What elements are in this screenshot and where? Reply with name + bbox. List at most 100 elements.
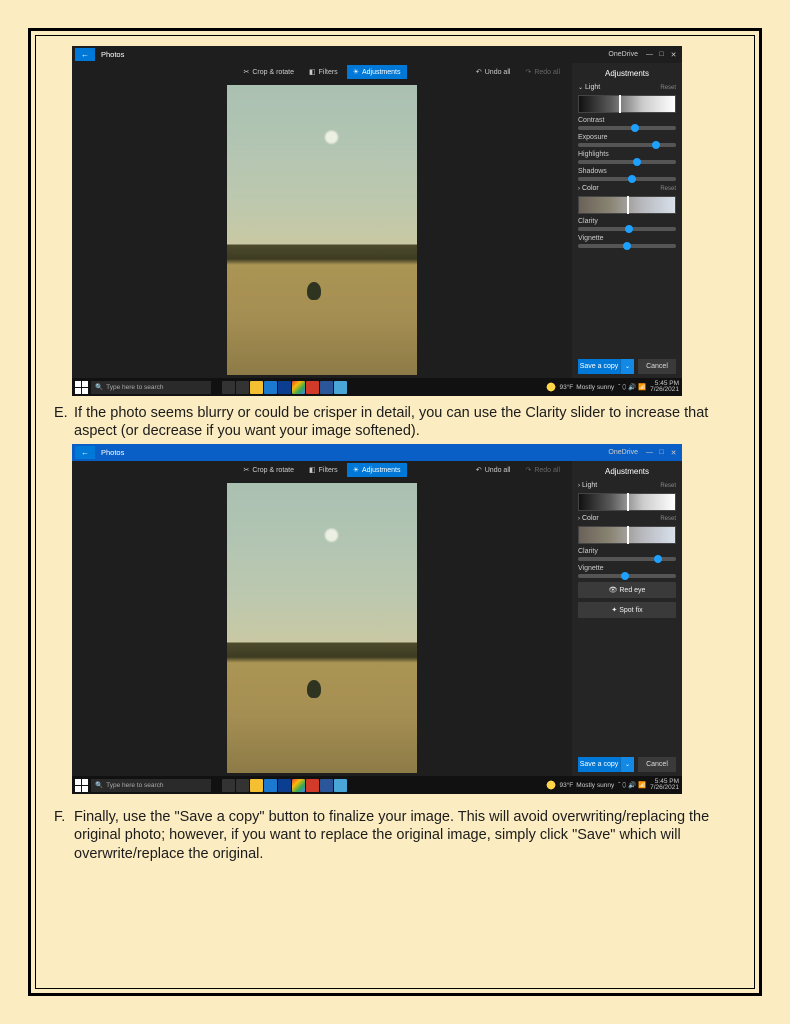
editor-toolbar: ✂ Crop & rotate ◧ Filters ☀ Adjustments … (72, 461, 572, 479)
tool-adjustments[interactable]: ☀ Adjustments (347, 463, 407, 477)
arrow-left-icon: ← (81, 448, 89, 457)
minimize-icon: — (646, 449, 653, 456)
page-outer-border: ← Photos OneDrive — □ ✕ ✂ Crop & rotate … (28, 28, 762, 996)
undo-all-button[interactable]: ↶ Undo all (470, 65, 517, 79)
photos-icon[interactable] (334, 779, 347, 792)
back-button[interactable]: ← (75, 48, 95, 61)
instruction-text: Finally, use the "Save a copy" button to… (74, 808, 740, 862)
section-color[interactable]: ›ColorReset (578, 185, 676, 192)
instruction-letter: E. (54, 404, 74, 440)
slider-contrast[interactable] (578, 126, 676, 130)
red-eye-button[interactable]: 👁 Red eye (578, 582, 676, 598)
taskbar-clock[interactable]: 5:45 PM7/26/2021 (650, 779, 679, 792)
sun-icon (546, 382, 556, 392)
photo-preview (227, 483, 417, 773)
save-a-copy-button[interactable]: Save a copy⌄ (578, 359, 634, 374)
save-dropdown-icon[interactable]: ⌄ (620, 359, 634, 374)
cancel-button[interactable]: Cancel (638, 359, 676, 374)
mail-icon[interactable] (278, 381, 291, 394)
maximize-button[interactable]: □ (656, 49, 667, 60)
edge-icon[interactable] (264, 779, 277, 792)
office-icon[interactable] (306, 779, 319, 792)
word-icon[interactable] (320, 381, 333, 394)
taskview-icon[interactable] (222, 779, 235, 792)
tool-adjustments[interactable]: ☀ Adjustments (347, 65, 407, 79)
slider-vignette[interactable] (578, 574, 676, 578)
section-light[interactable]: ⌄LightReset (578, 84, 676, 91)
panel-title: Adjustments (578, 465, 676, 478)
slider-shadows[interactable] (578, 177, 676, 181)
tray-icons[interactable]: ˆ ⬯ 🔊 📶 (618, 383, 646, 392)
cortana-icon[interactable] (236, 779, 249, 792)
redo-all-button[interactable]: ↷ Redo all (519, 65, 566, 79)
taskbar-search[interactable]: 🔍Type here to search (91, 779, 211, 792)
slider-highlights[interactable] (578, 160, 676, 164)
chrome-icon[interactable] (292, 381, 305, 394)
mail-icon[interactable] (278, 779, 291, 792)
taskbar-clock[interactable]: 5:45 PM7/26/2021 (650, 381, 679, 394)
window-titlebar: ← Photos OneDrive — □ ✕ (72, 444, 682, 461)
slider-clarity[interactable] (578, 227, 676, 231)
slider-exposure[interactable] (578, 143, 676, 147)
taskbar-pinned-apps (222, 381, 347, 394)
close-icon: ✕ (671, 449, 677, 457)
slider-vignette[interactable] (578, 244, 676, 248)
arrow-left-icon: ← (81, 50, 89, 59)
photos-icon[interactable] (334, 381, 347, 394)
window-titlebar: ← Photos OneDrive — □ ✕ (72, 46, 682, 63)
spot-fix-button[interactable]: ✦ Spot fix (578, 602, 676, 618)
chevron-right-icon: › (578, 516, 580, 522)
close-button[interactable]: ✕ (668, 49, 679, 60)
taskview-icon[interactable] (222, 381, 235, 394)
color-strip[interactable] (578, 196, 676, 214)
sun-icon (546, 780, 556, 790)
color-strip[interactable] (578, 526, 676, 544)
redo-all-button[interactable]: ↷ Redo all (519, 463, 566, 477)
taskbar-pinned-apps (222, 779, 347, 792)
edge-icon[interactable] (264, 381, 277, 394)
tool-filters[interactable]: ◧ Filters (303, 463, 344, 477)
light-strip[interactable] (578, 493, 676, 511)
photo-canvas (72, 81, 572, 378)
slider-clarity[interactable] (578, 557, 676, 561)
taskbar-search[interactable]: 🔍Type here to search (91, 381, 211, 394)
word-icon[interactable] (320, 779, 333, 792)
tool-crop-rotate[interactable]: ✂ Crop & rotate (237, 463, 300, 477)
minimize-button[interactable]: — (644, 49, 655, 60)
save-a-copy-button[interactable]: Save a copy⌄ (578, 757, 634, 772)
weather-widget[interactable]: 93°F Mostly sunny (546, 780, 614, 790)
back-button[interactable]: ← (75, 446, 95, 459)
tool-filters[interactable]: ◧ Filters (303, 65, 344, 79)
chevron-right-icon: › (578, 483, 580, 489)
chrome-icon[interactable] (292, 779, 305, 792)
start-button[interactable] (75, 381, 88, 394)
weather-widget[interactable]: 93°F Mostly sunny (546, 382, 614, 392)
adjustments-panel: Adjustments ⌄LightReset Contrast Exposur… (572, 63, 682, 378)
tool-crop-rotate[interactable]: ✂ Crop & rotate (237, 65, 300, 79)
light-strip[interactable] (578, 95, 676, 113)
photo-preview (227, 85, 417, 375)
file-explorer-icon[interactable] (250, 381, 263, 394)
instruction-letter: F. (54, 808, 74, 862)
undo-all-button[interactable]: ↶ Undo all (470, 463, 517, 477)
instruction-item-e: E. If the photo seems blurry or could be… (54, 404, 740, 440)
office-icon[interactable] (306, 381, 319, 394)
close-button[interactable]: ✕ (668, 447, 679, 458)
file-explorer-icon[interactable] (250, 779, 263, 792)
screenshot-2: ← Photos OneDrive — □ ✕ ✂ Crop & rotate … (72, 444, 682, 794)
start-button[interactable] (75, 779, 88, 792)
chevron-down-icon: ⌄ (578, 85, 583, 91)
tray-icons[interactable]: ˆ ⬯ 🔊 📶 (618, 781, 646, 790)
panel-title: Adjustments (578, 67, 676, 80)
cortana-icon[interactable] (236, 381, 249, 394)
maximize-button[interactable]: □ (656, 447, 667, 458)
save-dropdown-icon[interactable]: ⌄ (620, 757, 634, 772)
cancel-button[interactable]: Cancel (638, 757, 676, 772)
photo-canvas (72, 479, 572, 776)
app-title: Photos (101, 50, 124, 59)
section-light[interactable]: ›LightReset (578, 482, 676, 489)
editor-toolbar: ✂ Crop & rotate ◧ Filters ☀ Adjustments … (72, 63, 572, 81)
minimize-button[interactable]: — (644, 447, 655, 458)
maximize-icon: □ (659, 51, 663, 58)
section-color[interactable]: ›ColorReset (578, 515, 676, 522)
